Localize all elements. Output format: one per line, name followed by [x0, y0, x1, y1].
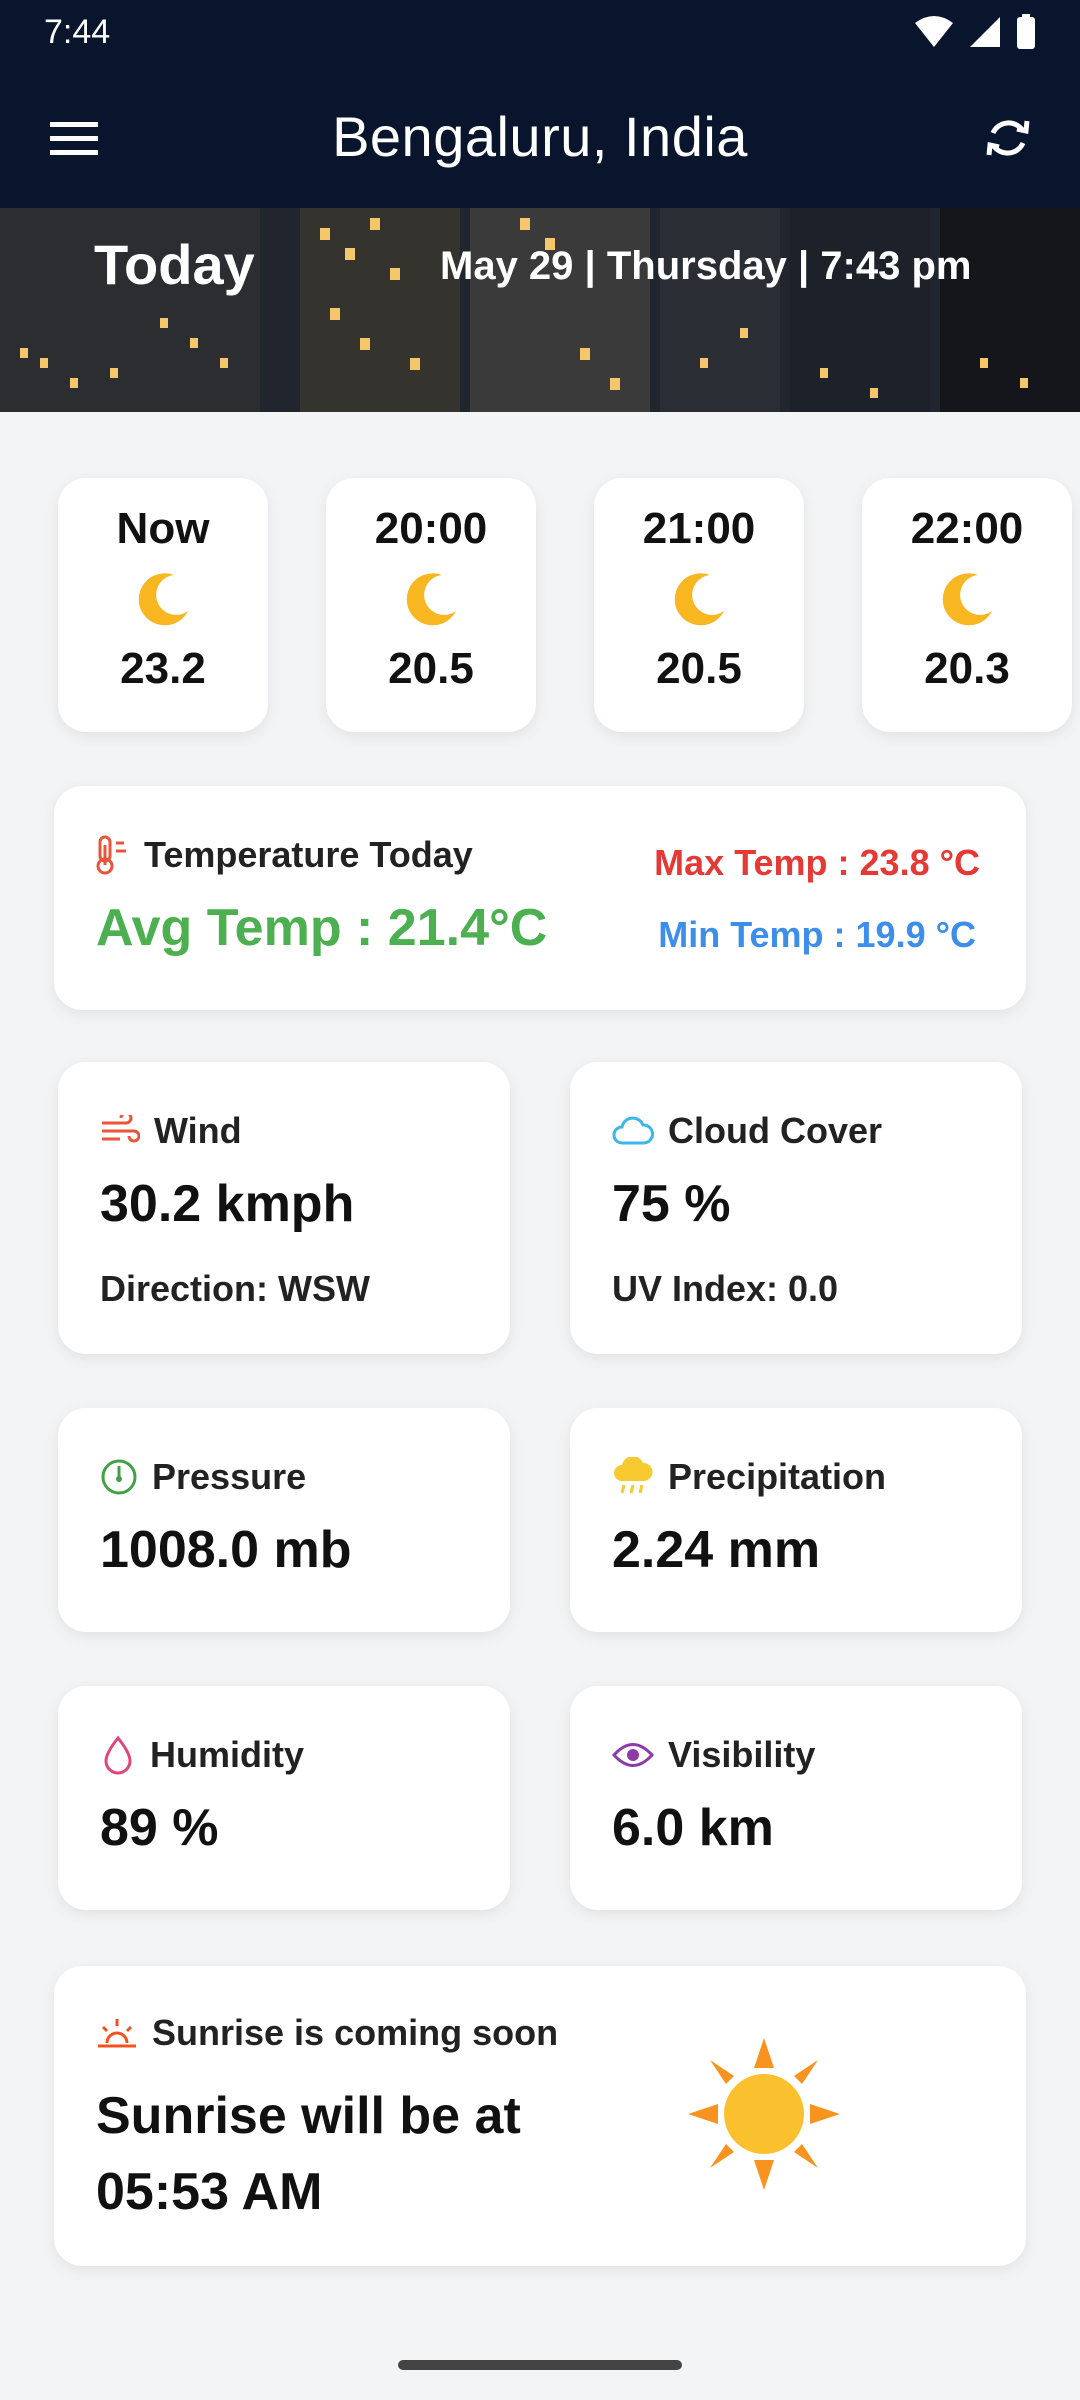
content: Now 23.2 20:00 20.5 21:00 20.5 22:00 20.…: [0, 412, 1080, 2400]
crescent-moon-icon: [134, 570, 192, 630]
humidity-label: Humidity: [100, 1734, 304, 1776]
precipitation-label: Precipitation: [612, 1456, 886, 1498]
crescent-moon-icon: [670, 570, 728, 630]
temperature-label: Temperature Today: [94, 834, 473, 876]
cloud-value: 75 %: [612, 1175, 731, 1233]
cloud-icon: [612, 1116, 654, 1145]
refresh-button[interactable]: [972, 102, 1044, 174]
wifi-icon: [915, 16, 953, 47]
wind-value: 30.2 kmph: [100, 1175, 355, 1233]
pressure-label-text: Pressure: [152, 1456, 307, 1497]
humidity-card: Humidity 89 %: [58, 1686, 510, 1910]
pressure-value: 1008.0 mb: [100, 1521, 352, 1579]
status-icons: [914, 14, 1036, 50]
pressure-label: Pressure: [100, 1456, 306, 1498]
wind-direction: Direction: WSW: [100, 1268, 370, 1309]
sunrise-card: Sunrise is coming soon Sunrise will be a…: [54, 1966, 1026, 2266]
sunrise-time-text: Sunrise will be at 05:53 AM: [96, 2087, 521, 2221]
crescent-moon-icon: [938, 570, 996, 630]
cloud-label: Cloud Cover: [612, 1110, 882, 1152]
hour-time: 22:00: [910, 504, 1024, 553]
hour-temp: 23.2: [120, 644, 206, 693]
wind-card: Wind 30.2 kmph Direction: WSW: [58, 1062, 510, 1354]
pressure-card: Pressure 1008.0 mb: [58, 1408, 510, 1632]
thermometer-icon: [96, 835, 126, 875]
hour-temp: 20.5: [388, 644, 474, 693]
hourly-card[interactable]: 20:00 20.5: [326, 478, 536, 732]
battery-icon: [1017, 14, 1035, 49]
cloud-label-text: Cloud Cover: [668, 1110, 883, 1151]
water-drop-icon: [104, 1735, 132, 1775]
hour-time: Now: [116, 504, 210, 553]
sunrise-label: Sunrise is coming soon: [96, 2012, 558, 2054]
hourly-card[interactable]: Now 23.2: [58, 478, 268, 732]
min-temp: Min Temp : 19.9 °C: [658, 914, 976, 955]
visibility-card: Visibility 6.0 km: [570, 1686, 1022, 1910]
sunrise-icon: [98, 2019, 136, 2048]
banner-date: May 29 | Thursday | 7:43 pm: [440, 244, 972, 288]
hourly-card[interactable]: 21:00 20.5: [594, 478, 804, 732]
refresh-icon: [986, 120, 1030, 156]
temperature-card: Temperature Today Avg Temp : 21.4°C Max …: [54, 786, 1026, 1010]
sunrise-label-text: Sunrise is coming soon: [152, 2012, 559, 2053]
humidity-value: 89 %: [100, 1799, 219, 1857]
banner-today: Today: [94, 233, 255, 296]
status-bar: 7:44: [0, 0, 1080, 64]
app-bar: Bengaluru, India: [0, 64, 1080, 208]
hour-time: 21:00: [642, 504, 756, 553]
temperature-label-text: Temperature Today: [144, 834, 473, 875]
humidity-label-text: Humidity: [150, 1734, 305, 1775]
avg-temp: Avg Temp : 21.4°C: [96, 899, 548, 957]
precipitation-label-text: Precipitation: [668, 1456, 887, 1497]
wind-label-text: Wind: [154, 1110, 242, 1151]
rain-cloud-icon: [614, 1457, 653, 1494]
menu-button[interactable]: [38, 102, 110, 174]
wind-icon: [102, 1115, 140, 1143]
cloud-cover-card: Cloud Cover 75 % UV Index: 0.0: [570, 1062, 1022, 1354]
home-indicator[interactable]: [398, 2360, 682, 2370]
crescent-moon-icon: [402, 570, 460, 630]
hamburger-menu-icon: [50, 122, 98, 155]
uv-index: UV Index: 0.0: [612, 1268, 839, 1309]
precipitation-value: 2.24 mm: [612, 1521, 821, 1579]
visibility-value: 6.0 km: [612, 1799, 774, 1857]
eye-icon: [612, 1743, 654, 1767]
status-time: 7:44: [44, 12, 111, 51]
app-title: Bengaluru, India: [332, 104, 748, 168]
max-temp: Max Temp : 23.8 °C: [654, 842, 980, 883]
gauge-icon: [101, 1459, 137, 1495]
hour-temp: 20.5: [656, 644, 742, 693]
visibility-label-text: Visibility: [668, 1734, 816, 1775]
sun-icon: [688, 2038, 840, 2190]
signal-icon: [970, 17, 1000, 47]
hour-time: 20:00: [374, 504, 488, 553]
visibility-label: Visibility: [612, 1734, 815, 1776]
precipitation-card: Precipitation 2.24 mm: [570, 1408, 1022, 1632]
wind-label: Wind: [100, 1110, 242, 1152]
hour-temp: 20.3: [924, 644, 1010, 693]
city-banner: Today May 29 | Thursday | 7:43 pm: [0, 208, 1080, 412]
hourly-card[interactable]: 22:00 20.3: [862, 478, 1072, 732]
